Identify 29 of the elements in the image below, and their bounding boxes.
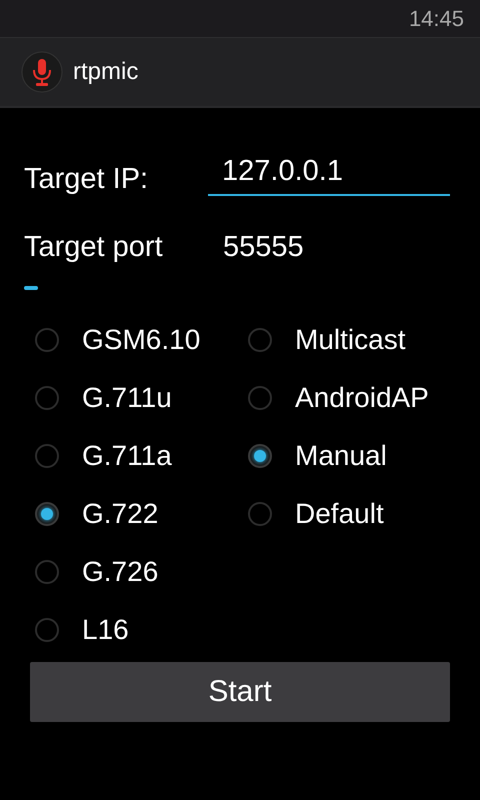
codec-radio-option[interactable]: G.722 <box>24 485 237 543</box>
radio-button[interactable] <box>248 502 272 526</box>
codec-radio-option[interactable]: GSM6.10 <box>24 311 237 369</box>
radio-button[interactable] <box>35 386 59 410</box>
radio-button[interactable] <box>248 328 272 352</box>
radio-button[interactable] <box>35 444 59 468</box>
codec-radio-option[interactable]: G.726 <box>24 543 237 601</box>
radio-button[interactable] <box>35 560 59 584</box>
codec-radio-option[interactable]: L16 <box>24 601 237 659</box>
radio-button[interactable] <box>248 386 272 410</box>
codec-radio-option[interactable]: G.711u <box>24 369 237 427</box>
target-ip-label: Target IP: <box>24 163 150 196</box>
target-ip-field[interactable]: 127.0.0.1 <box>208 155 450 196</box>
clock-time: 14:45 <box>408 6 464 32</box>
codec-radio-option[interactable]: G.711a <box>24 427 237 485</box>
radio-button[interactable] <box>35 618 59 642</box>
empty-field[interactable] <box>24 286 38 290</box>
mode-radio-option[interactable]: AndroidAP <box>237 369 450 427</box>
start-button[interactable]: Start <box>30 662 450 722</box>
target-port-label: Target port <box>24 231 164 264</box>
mode-radio-option[interactable]: Multicast <box>237 311 450 369</box>
app-title: rtpmic <box>73 58 138 86</box>
mode-radio-option[interactable]: Manual <box>237 427 450 485</box>
microphone-icon <box>21 51 63 93</box>
mode-radio-option[interactable]: Default <box>237 485 450 543</box>
radio-button[interactable] <box>35 502 59 526</box>
radio-button[interactable] <box>35 328 59 352</box>
target-port-value: 55555 <box>222 231 304 264</box>
radio-button[interactable] <box>248 444 272 468</box>
